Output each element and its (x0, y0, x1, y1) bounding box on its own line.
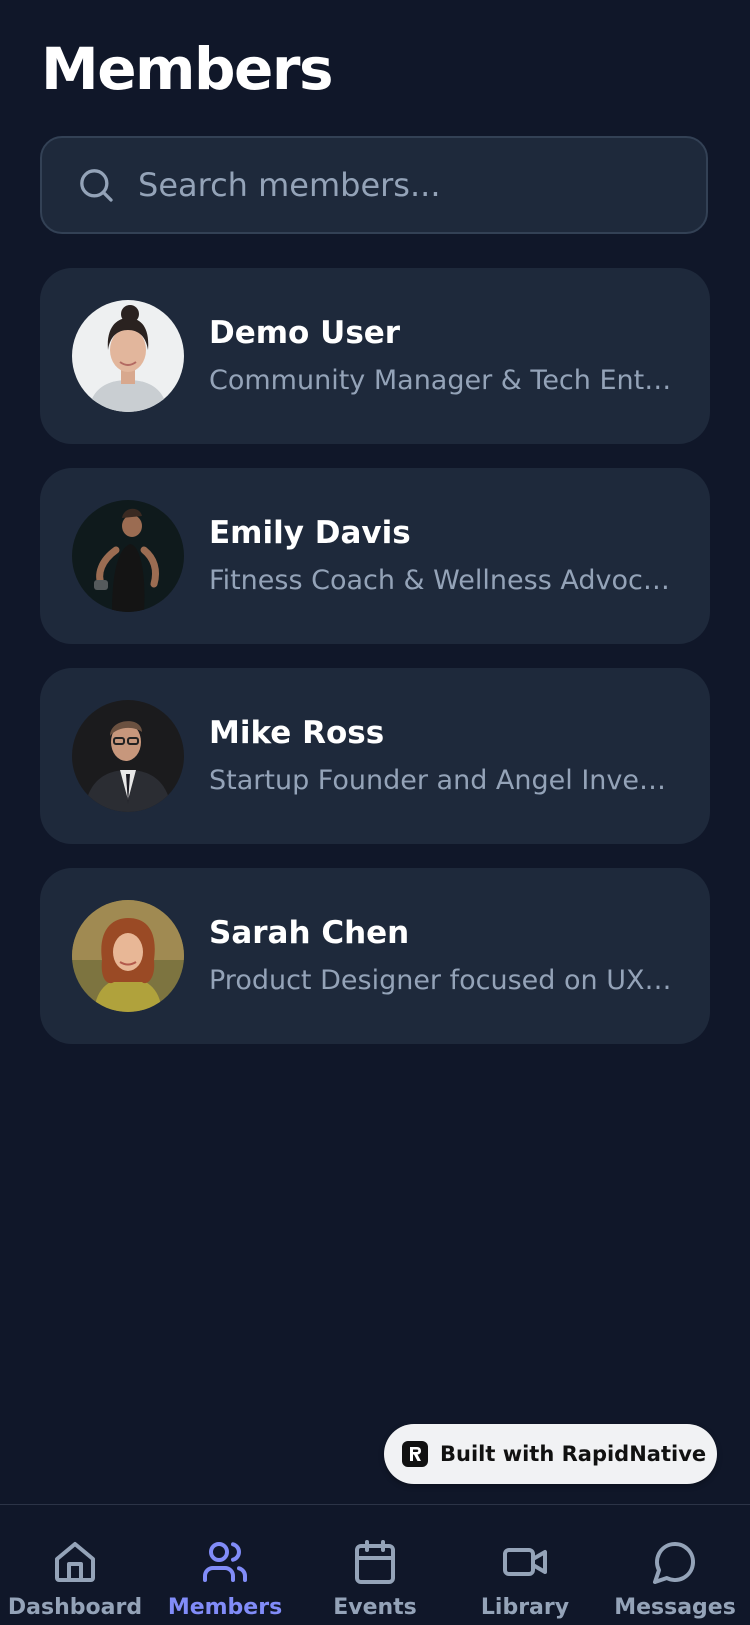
tab-label: Messages (614, 1595, 736, 1620)
search-icon (80, 169, 113, 202)
tab-library[interactable]: Library (450, 1505, 600, 1625)
page-title: Members (41, 35, 333, 103)
badge-label: Built with RapidNative (440, 1442, 707, 1466)
calendar-icon (355, 1540, 395, 1584)
tab-label: Library (480, 1595, 570, 1620)
member-name: Sarah Chen (209, 915, 410, 951)
rapidnative-logo-icon (402, 1441, 428, 1467)
member-card-emily-davis[interactable]: Emily Davis Fitness Coach & Wellness Adv… (40, 468, 710, 644)
tab-label: Dashboard (7, 1595, 143, 1620)
member-name: Demo User (209, 315, 401, 351)
users-icon (203, 1542, 247, 1582)
video-icon (503, 1548, 547, 1576)
tab-label: Events (333, 1595, 417, 1620)
member-list: Demo User Community Manager & Tech Enthu… (40, 268, 710, 1068)
member-card-sarah-chen[interactable]: Sarah Chen Product Designer focused on U… (40, 868, 710, 1044)
bottom-tab-bar: Dashboard Members Events Library Message… (0, 1504, 750, 1625)
member-bio: Community Manager & Tech Enthusiast (209, 365, 679, 396)
tab-members[interactable]: Members (150, 1505, 300, 1625)
search-input[interactable] (138, 166, 678, 204)
built-with-rapidnative-badge[interactable]: Built with RapidNative (384, 1424, 717, 1484)
avatar (72, 700, 184, 812)
avatar (72, 300, 184, 412)
home-icon (55, 1542, 95, 1582)
tab-events[interactable]: Events (300, 1505, 450, 1625)
tab-dashboard[interactable]: Dashboard (0, 1505, 150, 1625)
avatar (72, 900, 184, 1012)
tab-messages[interactable]: Messages (600, 1505, 750, 1625)
chat-icon (653, 1542, 695, 1584)
member-card-demo-user[interactable]: Demo User Community Manager & Tech Enthu… (40, 268, 710, 444)
member-name: Mike Ross (209, 715, 385, 751)
search-bar[interactable] (40, 136, 708, 234)
member-card-mike-ross[interactable]: Mike Ross Startup Founder and Angel Inve… (40, 668, 710, 844)
member-bio: Fitness Coach & Wellness Advocate. (209, 565, 679, 596)
member-bio: Product Designer focused on UX and acces… (209, 965, 679, 996)
tab-label: Members (167, 1595, 283, 1620)
member-bio: Startup Founder and Angel Investor (209, 765, 679, 796)
member-name: Emily Davis (209, 515, 411, 551)
avatar (72, 500, 184, 612)
